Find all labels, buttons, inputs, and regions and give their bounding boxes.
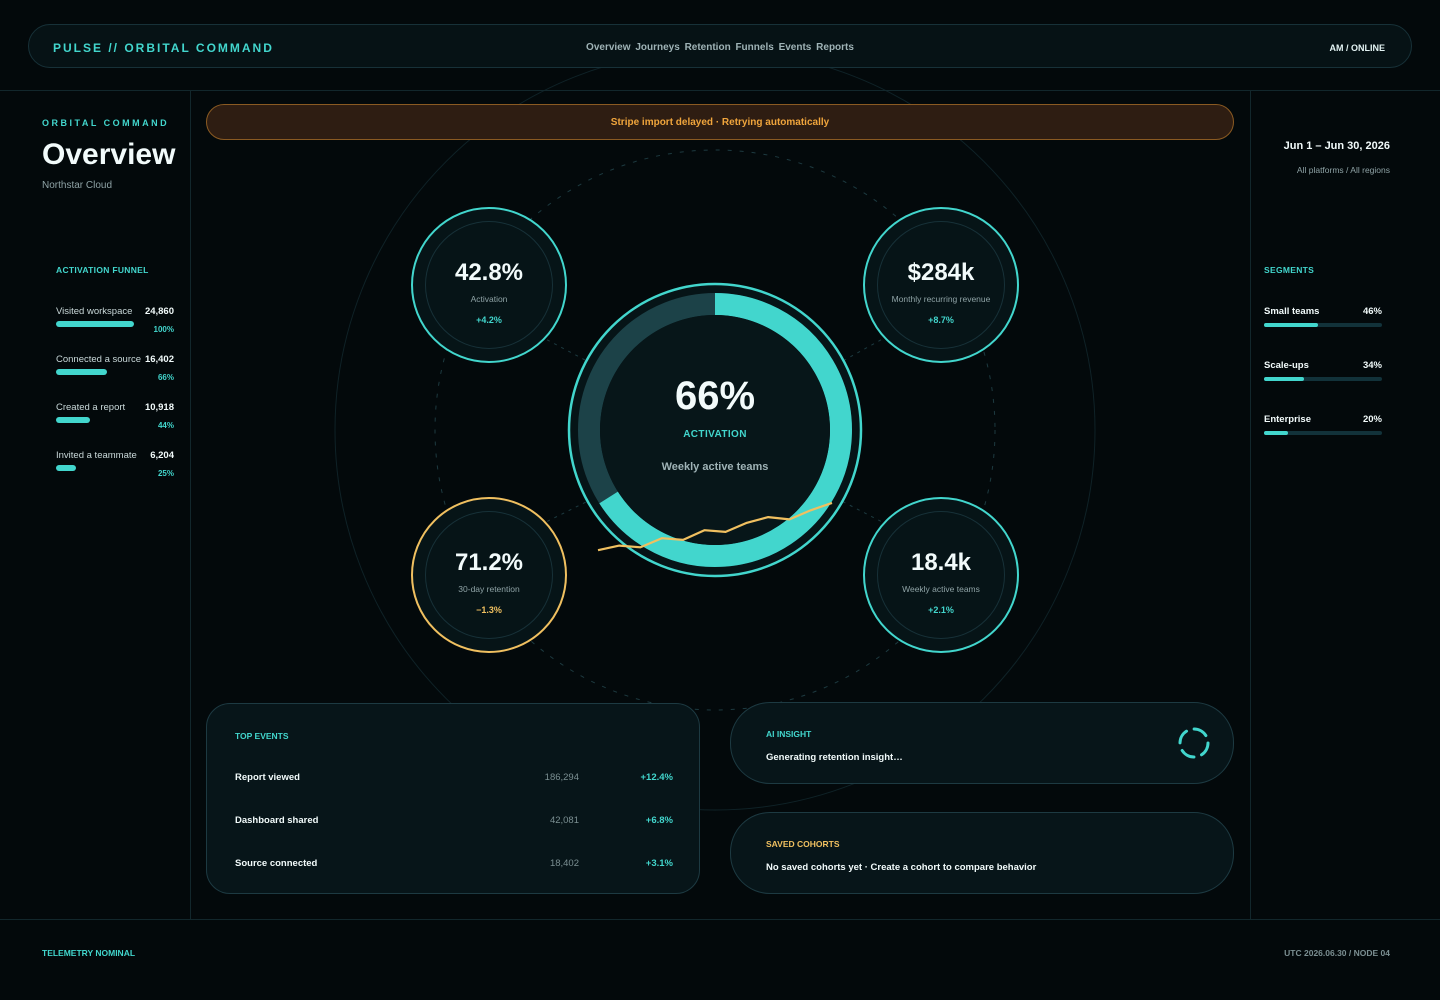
- saved-cohorts-message[interactable]: No saved cohorts yet · Create a cohort t…: [766, 862, 1036, 873]
- event-name: Dashboard shared: [235, 815, 319, 826]
- kpi-label: 30-day retention: [458, 584, 520, 594]
- table-row[interactable]: Report viewed 186,294 +12.4%: [235, 772, 673, 786]
- ai-insight-card[interactable]: AI INSIGHT Generating retention insight…: [730, 702, 1234, 784]
- kpi-retention[interactable]: 71.2% 30-day retention −1.3%: [411, 497, 567, 653]
- event-count: 18,402: [549, 858, 579, 869]
- kpi-value: 71.2%: [454, 549, 524, 576]
- saved-cohorts-label: SAVED COHORTS: [766, 839, 840, 849]
- kpi-weekly-active-teams[interactable]: 18.4k Weekly active teams +2.1%: [863, 497, 1019, 653]
- kpi-mrr[interactable]: $284k Monthly recurring revenue +8.7%: [863, 207, 1019, 363]
- event-delta: +12.4%: [640, 772, 674, 783]
- kpi-delta: −1.3%: [476, 605, 502, 615]
- event-name: Report viewed: [235, 772, 300, 783]
- hub-value: 66%: [674, 374, 756, 418]
- kpi-label: Monthly recurring revenue: [891, 294, 991, 304]
- top-events-card: TOP EVENTS Report viewed 186,294 +12.4% …: [206, 703, 700, 894]
- kpi-delta: +8.7%: [928, 315, 954, 325]
- event-count: 42,081: [549, 815, 579, 826]
- node-timestamp: UTC 2026.06.30 / NODE 04: [1284, 948, 1390, 958]
- kpi-activation[interactable]: 42.8% Activation +4.2%: [411, 207, 567, 363]
- event-delta: +6.8%: [645, 815, 673, 826]
- spinner-icon: [1178, 727, 1210, 759]
- table-row[interactable]: Source connected 18,402 +3.1%: [235, 858, 673, 872]
- telemetry-status: TELEMETRY NOMINAL: [42, 948, 136, 958]
- hub-sublabel: Weekly active teams: [661, 461, 769, 473]
- hub-label: ACTIVATION: [683, 429, 747, 440]
- top-events-label: TOP EVENTS: [235, 731, 289, 741]
- saved-cohorts-card[interactable]: SAVED COHORTS No saved cohorts yet · Cre…: [730, 812, 1234, 894]
- kpi-value: 18.4k: [910, 549, 972, 576]
- table-row[interactable]: Dashboard shared 42,081 +6.8%: [235, 815, 673, 829]
- event-delta: +3.1%: [645, 858, 673, 869]
- event-name: Source connected: [235, 858, 318, 869]
- kpi-delta: +4.2%: [476, 315, 502, 325]
- kpi-value: $284k: [907, 259, 975, 286]
- kpi-value: 42.8%: [454, 259, 524, 286]
- ai-insight-message: Generating retention insight…: [766, 752, 903, 763]
- ai-insight-label: AI INSIGHT: [766, 729, 812, 739]
- kpi-delta: +2.1%: [928, 605, 954, 615]
- event-count: 186,294: [544, 772, 579, 783]
- kpi-label: Weekly active teams: [902, 584, 980, 594]
- kpi-label: Activation: [470, 294, 508, 304]
